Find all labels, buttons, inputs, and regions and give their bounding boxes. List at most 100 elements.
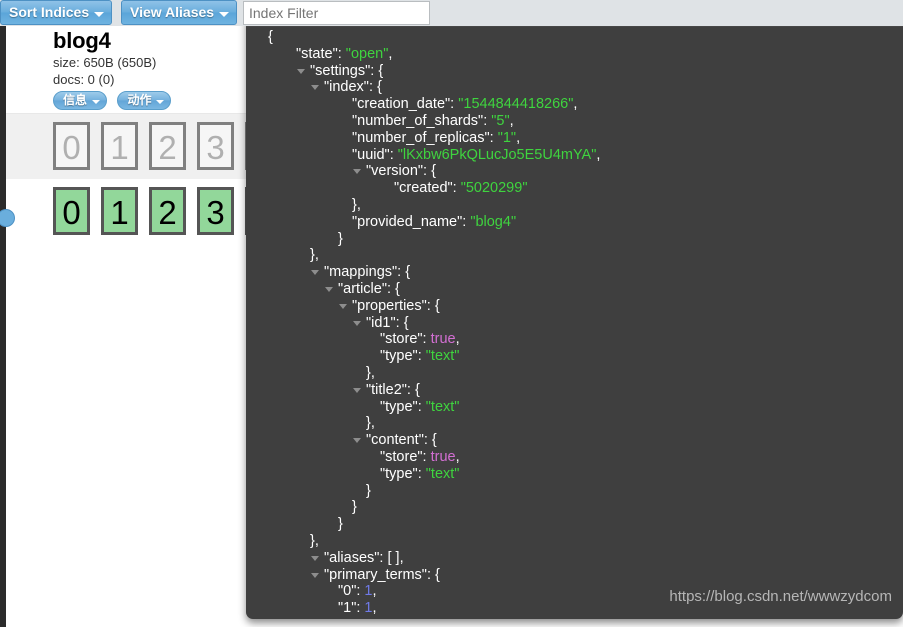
chevron-down-icon <box>94 12 105 17</box>
json-token: "title2": { <box>366 381 420 398</box>
json-line-text: "id1": { <box>268 315 409 331</box>
json-line: "index": { <box>268 79 903 96</box>
shard-box[interactable]: 3 <box>197 187 234 235</box>
json-line-text: "0": 1, <box>268 583 377 599</box>
json-line-text: "primary_terms": { <box>268 567 440 583</box>
json-line: { <box>268 29 903 46</box>
json-line-text: "state": "open", <box>268 46 392 62</box>
toolbar: Sort Indices View Aliases <box>0 0 903 26</box>
json-token: }, <box>310 247 319 264</box>
json-line: "store": true, <box>268 449 903 466</box>
json-line: "uuid": "lKxbw6PkQLucJo5E5U4mYA", <box>268 147 903 164</box>
chevron-down-icon[interactable] <box>353 169 361 175</box>
json-line: "type": "text" <box>268 399 903 416</box>
json-line-text: } <box>268 499 357 515</box>
json-line: "settings": { <box>268 63 903 80</box>
sort-indices-button[interactable]: Sort Indices <box>0 0 113 25</box>
shard-box[interactable]: 1 <box>101 122 138 170</box>
json-line: "mappings": { <box>268 264 903 281</box>
json-line: } <box>268 483 903 500</box>
json-line-text: }, <box>268 197 361 213</box>
json-token: "aliases": [ ], <box>324 549 404 566</box>
json-line: "number_of_replicas": "1", <box>268 130 903 147</box>
json-line-text: "type": "text" <box>268 348 459 364</box>
json-line: }, <box>268 533 903 550</box>
json-tree-viewer[interactable]: {"state": "open", "settings": {"index": {… <box>246 27 903 619</box>
json-token: , <box>573 96 578 113</box>
view-aliases-button[interactable]: View Aliases <box>121 0 238 25</box>
json-token: "1544844418266" <box>458 96 574 113</box>
view-aliases-label: View Aliases <box>130 4 215 20</box>
index-card-blog4: blog4 size: 650B (650B) docs: 0 (0) 信息 动… <box>53 28 177 110</box>
json-token: "id1": { <box>366 314 409 331</box>
json-line: "content": { <box>268 432 903 449</box>
json-line-text: } <box>268 516 343 532</box>
json-line-text: } <box>268 231 343 247</box>
json-token: , <box>388 45 393 62</box>
json-line-text: } <box>268 483 371 499</box>
json-token: true <box>430 448 456 465</box>
action-button-label: 动作 <box>127 93 152 107</box>
shard-box[interactable]: 0 <box>53 187 90 235</box>
chevron-down-icon[interactable] <box>297 68 305 74</box>
json-token: }, <box>310 532 319 549</box>
json-token: "primary_terms": { <box>324 566 440 583</box>
json-token: "0": <box>338 583 365 600</box>
json-line-text: }, <box>268 365 375 381</box>
json-line: "created": "5020299" <box>268 180 903 197</box>
index-info-json-panel: {"state": "open", "settings": {"index": {… <box>246 0 903 619</box>
json-token: "open" <box>345 45 389 62</box>
json-token: "store": <box>380 448 431 465</box>
json-line: } <box>268 516 903 533</box>
action-button[interactable]: 动作 <box>117 91 172 110</box>
json-line-text: }, <box>268 533 319 549</box>
json-token: "provided_name": <box>352 213 471 230</box>
chevron-down-icon[interactable] <box>311 555 319 561</box>
json-token: "store": <box>380 331 431 348</box>
json-line-text: }, <box>268 247 319 263</box>
json-line-text: "settings": { <box>268 63 383 79</box>
chevron-down-icon[interactable] <box>311 270 319 276</box>
json-line: "type": "text" <box>268 348 903 365</box>
json-token: "number_of_shards": <box>352 112 492 129</box>
json-line: "number_of_shards": "5", <box>268 113 903 130</box>
chevron-down-icon[interactable] <box>353 438 361 444</box>
json-line: }, <box>268 197 903 214</box>
info-button[interactable]: 信息 <box>53 91 108 110</box>
index-filter-input[interactable] <box>243 1 430 25</box>
json-line-text: "aliases": [ ], <box>268 550 404 566</box>
json-token: , <box>373 617 377 619</box>
chevron-down-icon[interactable] <box>325 286 333 292</box>
json-line-text: "article": { <box>268 281 400 297</box>
json-line: "2": 1, <box>268 617 903 619</box>
json-token: , <box>372 600 377 617</box>
shard-box[interactable]: 3 <box>197 122 234 170</box>
shard-box[interactable]: 0 <box>53 122 90 170</box>
shard-box[interactable]: 2 <box>149 187 186 235</box>
chevron-down-icon[interactable] <box>353 320 361 326</box>
chevron-down-icon[interactable] <box>339 303 347 309</box>
json-line: "title2": { <box>268 382 903 399</box>
json-line: "creation_date": "1544844418266", <box>268 96 903 113</box>
json-line-text: "creation_date": "1544844418266", <box>268 96 577 112</box>
json-token: "5020299" <box>460 180 528 197</box>
json-line-text: "store": true, <box>268 449 460 465</box>
json-token: "2": <box>338 617 364 619</box>
json-line-text: "mappings": { <box>268 264 410 280</box>
index-docs: docs: 0 (0) <box>53 72 115 87</box>
shard-box[interactable]: 1 <box>101 187 138 235</box>
json-token: "type": <box>380 348 426 365</box>
json-token: , <box>455 448 460 465</box>
chevron-down-icon[interactable] <box>311 85 319 91</box>
shard-box[interactable]: 2 <box>149 122 186 170</box>
chevron-down-icon[interactable] <box>353 387 361 393</box>
json-line: "id1": { <box>268 315 903 332</box>
json-line: "aliases": [ ], <box>268 550 903 567</box>
json-token: , <box>596 146 601 163</box>
json-line-text: }, <box>268 415 375 431</box>
json-line: "type": "text" <box>268 466 903 483</box>
json-line-text: "number_of_shards": "5", <box>268 113 514 129</box>
json-token: "properties": { <box>352 297 440 314</box>
json-token: "settings": { <box>310 62 384 79</box>
chevron-down-icon[interactable] <box>311 572 319 578</box>
